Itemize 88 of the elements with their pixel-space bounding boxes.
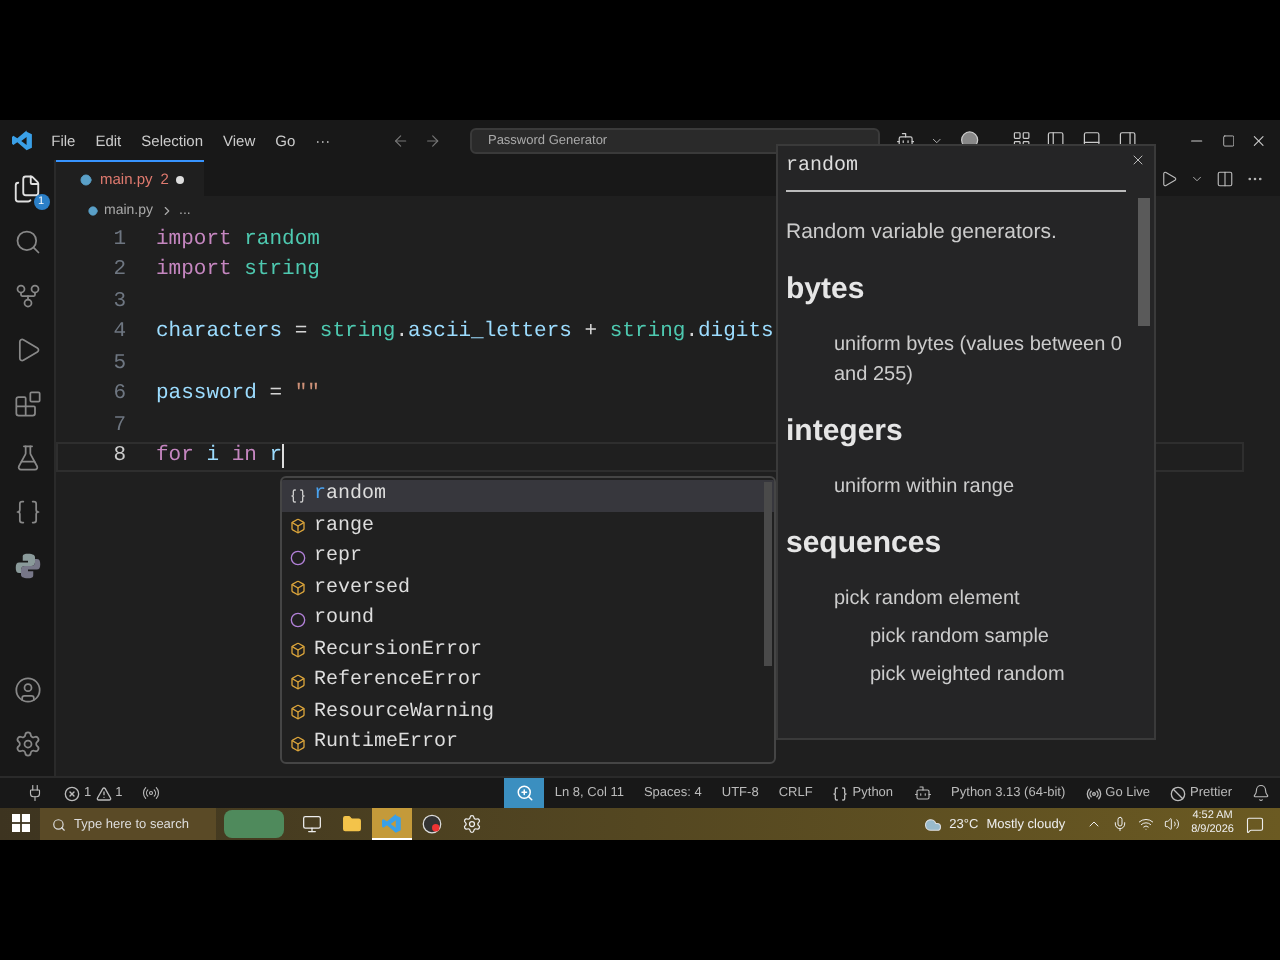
class-icon	[288, 518, 306, 535]
app-logo-icon	[12, 129, 34, 151]
doc-text: pick random sample	[868, 624, 1051, 652]
class-icon	[288, 642, 306, 659]
suggestion-item[interactable]: range	[282, 511, 774, 542]
python-file-icon	[88, 205, 98, 215]
source-control-icon[interactable]	[13, 282, 41, 310]
line-number: 3	[111, 289, 126, 314]
back-icon[interactable]	[391, 131, 409, 149]
close-icon[interactable]	[1250, 131, 1269, 149]
search-icon[interactable]	[13, 228, 41, 256]
settings-icon[interactable]	[13, 730, 41, 758]
module-icon	[288, 487, 306, 504]
braces-icon	[832, 785, 849, 801]
suggestion-item[interactable]: RecursionError	[282, 635, 774, 666]
line-number: 6	[111, 382, 126, 407]
chevron-right-icon	[159, 203, 174, 217]
bell-icon[interactable]	[1252, 784, 1270, 802]
volume-icon[interactable]	[1163, 816, 1180, 832]
doc-heading: sequences	[786, 526, 944, 560]
split-editor-icon[interactable]	[1216, 169, 1234, 187]
line-number: 8	[111, 444, 126, 469]
warning-icon	[95, 785, 112, 801]
suggestion-item[interactable]: RuntimeError	[282, 728, 774, 759]
run-icon[interactable]	[13, 336, 41, 364]
code-line: password = ""	[156, 382, 320, 407]
photo-placeholder[interactable]	[224, 810, 284, 838]
ports-icon[interactable]	[142, 784, 161, 802]
doc-summary: Random variable generators.	[786, 220, 1059, 244]
network-icon[interactable]	[1137, 816, 1154, 832]
weather-icon[interactable]	[923, 815, 942, 833]
prohibited-icon	[1170, 785, 1187, 801]
python-icon[interactable]	[13, 552, 41, 580]
braces-icon[interactable]	[13, 498, 41, 526]
forward-icon[interactable]	[424, 131, 442, 149]
doc-text: pick random element	[832, 586, 1022, 614]
class-icon	[288, 580, 306, 597]
code-line: import string	[156, 258, 320, 283]
broadcast-icon	[1085, 785, 1102, 801]
recorder-icon[interactable]	[422, 813, 442, 833]
suggestion-item[interactable]: random	[282, 480, 774, 511]
close-icon[interactable]	[1130, 152, 1146, 168]
extensions-icon[interactable]	[13, 390, 41, 418]
suggestion-item[interactable]: round	[282, 604, 774, 635]
suggestion-item[interactable]: repr	[282, 542, 774, 573]
line-number: 5	[111, 351, 126, 376]
function-icon	[288, 611, 306, 628]
chevron-down-icon[interactable]	[930, 133, 945, 147]
doc-text: uniform bytes (values between 0 and 255)	[832, 332, 1124, 390]
line-number: 2	[111, 258, 126, 283]
class-icon	[288, 673, 306, 690]
files-icon[interactable]	[12, 173, 42, 203]
zoom-button[interactable]	[504, 778, 545, 808]
doc-title: random	[786, 156, 1126, 192]
task-view-icon[interactable]	[302, 813, 322, 833]
doc-heading: bytes	[786, 272, 867, 306]
windows-start-icon[interactable]	[11, 814, 29, 832]
notifications-icon[interactable]	[1246, 815, 1264, 833]
function-icon	[288, 549, 306, 566]
doc-text: pick weighted random	[868, 662, 1067, 690]
line-number: 7	[111, 413, 126, 438]
class-icon	[288, 704, 306, 721]
maximize-icon[interactable]	[1221, 133, 1235, 147]
code-line: import random	[156, 227, 320, 252]
line-number: 1	[111, 227, 126, 252]
copilot-icon[interactable]	[895, 130, 915, 150]
remote-icon[interactable]	[26, 784, 44, 802]
chevron-up-icon[interactable]	[1085, 816, 1102, 832]
account-icon[interactable]	[13, 676, 41, 704]
search-icon	[52, 817, 66, 831]
doc-text: uniform within range	[832, 474, 1017, 502]
copilot-icon[interactable]	[913, 784, 932, 802]
class-icon	[288, 735, 306, 752]
python-file-icon	[80, 173, 92, 185]
microphone-icon[interactable]	[1111, 816, 1128, 832]
suggestion-item[interactable]: reversed	[282, 573, 774, 604]
chevron-down-icon[interactable]	[1190, 171, 1204, 185]
error-icon	[64, 785, 80, 801]
suggestion-item[interactable]: ReferenceError	[282, 666, 774, 697]
run-icon[interactable]	[1160, 169, 1178, 187]
folder-icon[interactable]	[342, 813, 362, 833]
zoom-icon	[515, 784, 534, 802]
flask-icon[interactable]	[13, 444, 41, 472]
code-line: characters = string.ascii_letters + string.digits	[156, 320, 774, 345]
code-line: for i in r	[156, 444, 285, 469]
doc-heading: integers	[786, 414, 905, 448]
suggestion-item[interactable]: ResourceWarning	[282, 697, 774, 728]
line-number: 4	[111, 320, 126, 345]
